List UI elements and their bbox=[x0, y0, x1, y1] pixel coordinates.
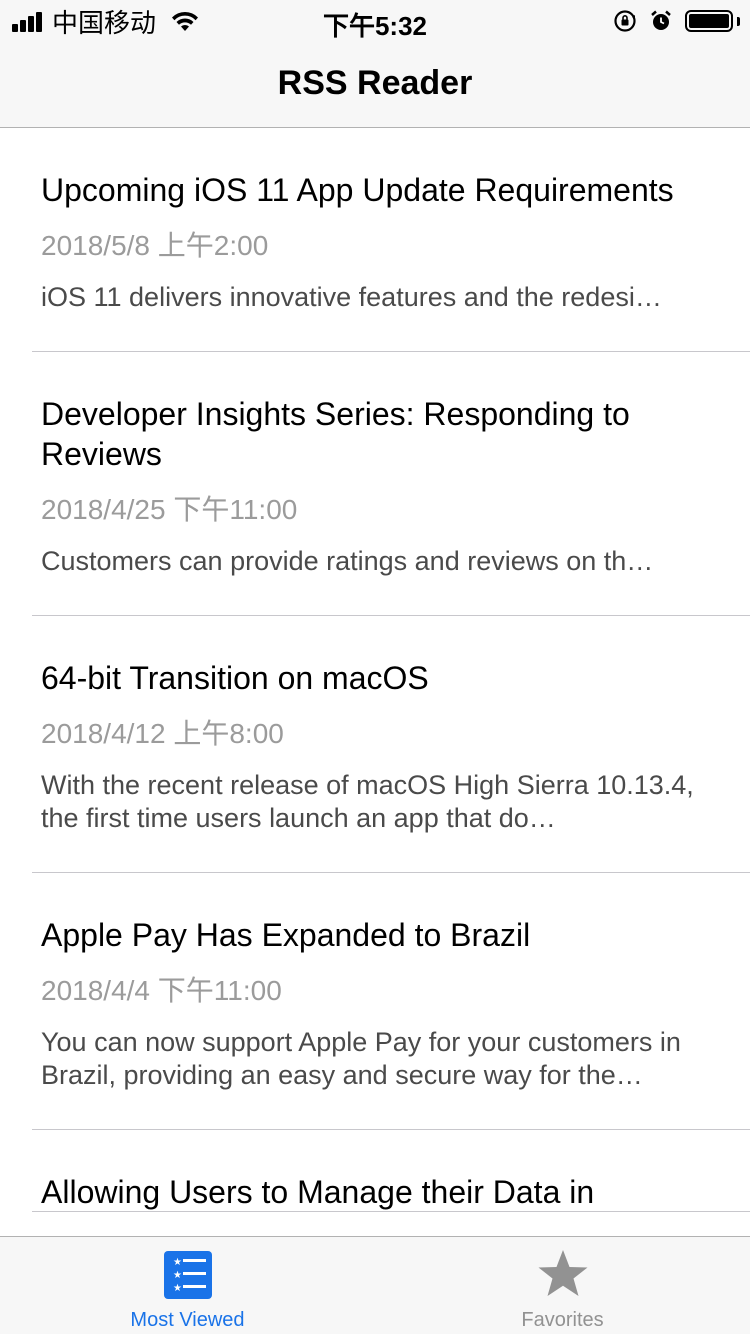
tab-label: Most Viewed bbox=[130, 1309, 245, 1331]
article-description: You can now support Apple Pay for your c… bbox=[41, 1027, 681, 1090]
article-row[interactable]: Upcoming iOS 11 App Update Requirements … bbox=[0, 128, 750, 352]
battery-tip bbox=[737, 16, 740, 26]
navigation-bar: RSS Reader bbox=[0, 40, 750, 128]
orientation-lock-icon bbox=[614, 10, 636, 32]
article-row[interactable]: 64-bit Transition on macOS 2018/4/12 上午8… bbox=[0, 616, 750, 873]
screen: 中国移动 下午5:32 RSS Reader Upcoming iOS 11 A… bbox=[0, 0, 750, 1334]
article-title: Apple Pay Has Expanded to Brazil bbox=[41, 917, 531, 953]
article-row[interactable]: Allowing Users to Manage their Data in bbox=[0, 1130, 750, 1212]
article-description: iOS 11 delivers innovative features and … bbox=[41, 282, 662, 312]
article-title: 64-bit Transition on macOS bbox=[41, 660, 429, 696]
article-title: Developer Insights Series: Responding to… bbox=[41, 396, 630, 472]
article-description: Customers can provide ratings and review… bbox=[41, 546, 654, 576]
status-right bbox=[613, 7, 740, 35]
svg-text:★: ★ bbox=[173, 1270, 182, 1281]
article-date: 2018/4/25 下午11:00 bbox=[41, 494, 298, 525]
article-date: 2018/4/12 上午8:00 bbox=[41, 718, 284, 749]
article-date: 2018/5/8 上午2:00 bbox=[41, 230, 269, 261]
article-title: Upcoming iOS 11 App Update Requirements bbox=[41, 172, 674, 208]
article-date: 2018/4/4 下午11:00 bbox=[41, 975, 282, 1006]
status-bar: 中国移动 下午5:32 bbox=[0, 0, 750, 41]
star-icon bbox=[538, 1250, 587, 1296]
list-icon: ★ ★ ★ bbox=[163, 1251, 212, 1299]
svg-text:★: ★ bbox=[173, 1257, 182, 1268]
alarm-icon bbox=[651, 10, 671, 30]
page-title: RSS Reader bbox=[277, 64, 473, 102]
tab-most-viewed[interactable]: ★ ★ ★ Most Viewed bbox=[0, 1237, 375, 1334]
tab-favorites[interactable]: Favorites bbox=[375, 1237, 750, 1334]
article-description: With the recent release of macOS High Si… bbox=[41, 770, 694, 833]
article-row[interactable]: Apple Pay Has Expanded to Brazil 2018/4/… bbox=[0, 873, 750, 1130]
article-list[interactable]: Upcoming iOS 11 App Update Requirements … bbox=[0, 128, 750, 1236]
article-title: Allowing Users to Manage their Data in bbox=[41, 1174, 595, 1210]
article-row[interactable]: Developer Insights Series: Responding to… bbox=[0, 352, 750, 616]
battery-icon bbox=[685, 10, 733, 32]
tab-label: Favorites bbox=[521, 1309, 604, 1331]
tab-bar: ★ ★ ★ Most Viewed Favorites bbox=[0, 1236, 750, 1334]
svg-text:★: ★ bbox=[173, 1283, 182, 1294]
